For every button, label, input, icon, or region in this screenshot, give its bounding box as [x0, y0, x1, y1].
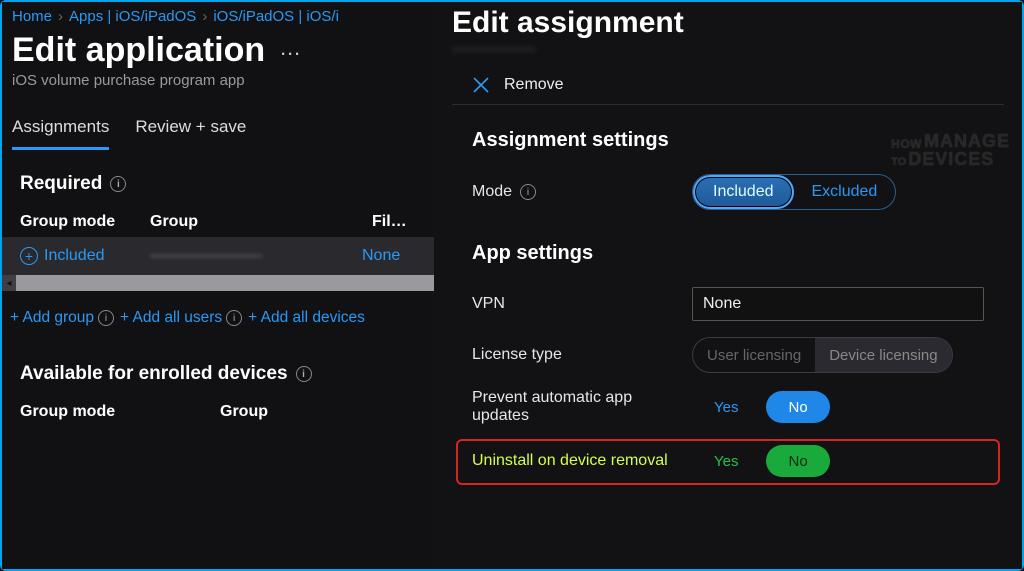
section-available: Available for enrolled devices i	[2, 345, 434, 397]
crumb-apps[interactable]: Apps | iOS/iPadOS	[69, 8, 196, 25]
license-user: User licensing	[693, 338, 815, 372]
mode-excluded[interactable]: Excluded	[794, 175, 896, 209]
mode-label: Mode i	[472, 183, 692, 201]
breadcrumb: Home › Apps | iOS/iPadOS › iOS/iPadOS | …	[2, 2, 434, 27]
col-group: Group	[220, 403, 416, 421]
info-icon[interactable]: i	[520, 184, 536, 200]
col-group: Group	[150, 213, 372, 231]
info-icon[interactable]: i	[226, 310, 242, 326]
plus-circle-icon: +	[20, 247, 38, 265]
vpn-input[interactable]	[692, 287, 984, 321]
section-required: Required i	[2, 151, 434, 207]
uninstall-yes[interactable]: Yes	[692, 445, 760, 477]
watermark-logo: HOWMANAGE TODEVICES	[891, 132, 1010, 168]
chevron-right-icon: ›	[202, 8, 207, 25]
scroll-thumb[interactable]	[16, 275, 434, 291]
prevent-no[interactable]: No	[766, 391, 829, 423]
crumb-home[interactable]: Home	[12, 8, 52, 25]
tab-assignments[interactable]: Assignments	[12, 113, 109, 150]
uninstall-no[interactable]: No	[766, 445, 829, 477]
add-group-link[interactable]: + Add groupi	[10, 309, 114, 327]
prevent-updates-label: Prevent automatic app updates	[472, 389, 692, 425]
page-title: Edit application	[12, 31, 265, 70]
chevron-right-icon: ›	[58, 8, 63, 25]
prevent-yes[interactable]: Yes	[692, 391, 760, 423]
mode-included[interactable]: Included	[693, 175, 794, 209]
section-app-settings: App settings	[434, 218, 1022, 279]
cell-filter[interactable]: None	[362, 247, 416, 265]
crumb-ios[interactable]: iOS/iPadOS | iOS/i	[213, 8, 339, 25]
add-links: + Add groupi + Add all usersi + Add all …	[2, 297, 434, 345]
license-type-label: License type	[472, 346, 692, 364]
uninstall-toggle: Yes No	[692, 445, 830, 477]
prevent-updates-toggle: Yes No	[692, 391, 830, 423]
panel-title: Edit assignment	[434, 2, 1022, 40]
col-group-mode: Group mode	[20, 213, 150, 231]
info-icon[interactable]: i	[110, 176, 126, 192]
col-group-mode: Group mode	[20, 403, 220, 421]
uninstall-label: Uninstall on device removal	[472, 452, 692, 470]
panel-subtitle-redacted: ——————	[434, 40, 1022, 66]
scroll-left-icon[interactable]: ◂	[2, 275, 16, 291]
page-subtitle: iOS volume purchase program app	[2, 70, 434, 113]
vpn-label: VPN	[472, 295, 692, 313]
available-table-header: Group mode Group	[2, 397, 434, 427]
required-table-header: Group mode Group Fil…	[2, 207, 434, 237]
horizontal-scrollbar[interactable]: ◂	[2, 275, 434, 291]
info-icon[interactable]: i	[296, 366, 312, 382]
table-row[interactable]: + Included ——————— None	[2, 237, 434, 275]
toolbar: Remove	[452, 66, 1004, 105]
cell-mode: + Included	[20, 247, 150, 265]
add-all-devices-link[interactable]: + Add all devices	[248, 309, 365, 327]
remove-icon[interactable]	[470, 74, 492, 96]
tab-review-save[interactable]: Review + save	[135, 113, 246, 150]
info-icon[interactable]: i	[98, 310, 114, 326]
license-device: Device licensing	[815, 338, 951, 372]
add-all-users-link[interactable]: + Add all usersi	[120, 309, 242, 327]
cell-group: ———————	[150, 247, 362, 265]
mode-toggle: Included Excluded	[692, 174, 896, 210]
more-menu-icon[interactable]: …	[279, 35, 301, 61]
highlight-uninstall-row: Uninstall on device removal Yes No	[456, 439, 1000, 485]
remove-button[interactable]: Remove	[504, 76, 564, 94]
license-toggle: User licensing Device licensing	[692, 337, 953, 373]
tabs: Assignments Review + save	[2, 113, 434, 151]
col-filter: Fil…	[372, 213, 416, 231]
